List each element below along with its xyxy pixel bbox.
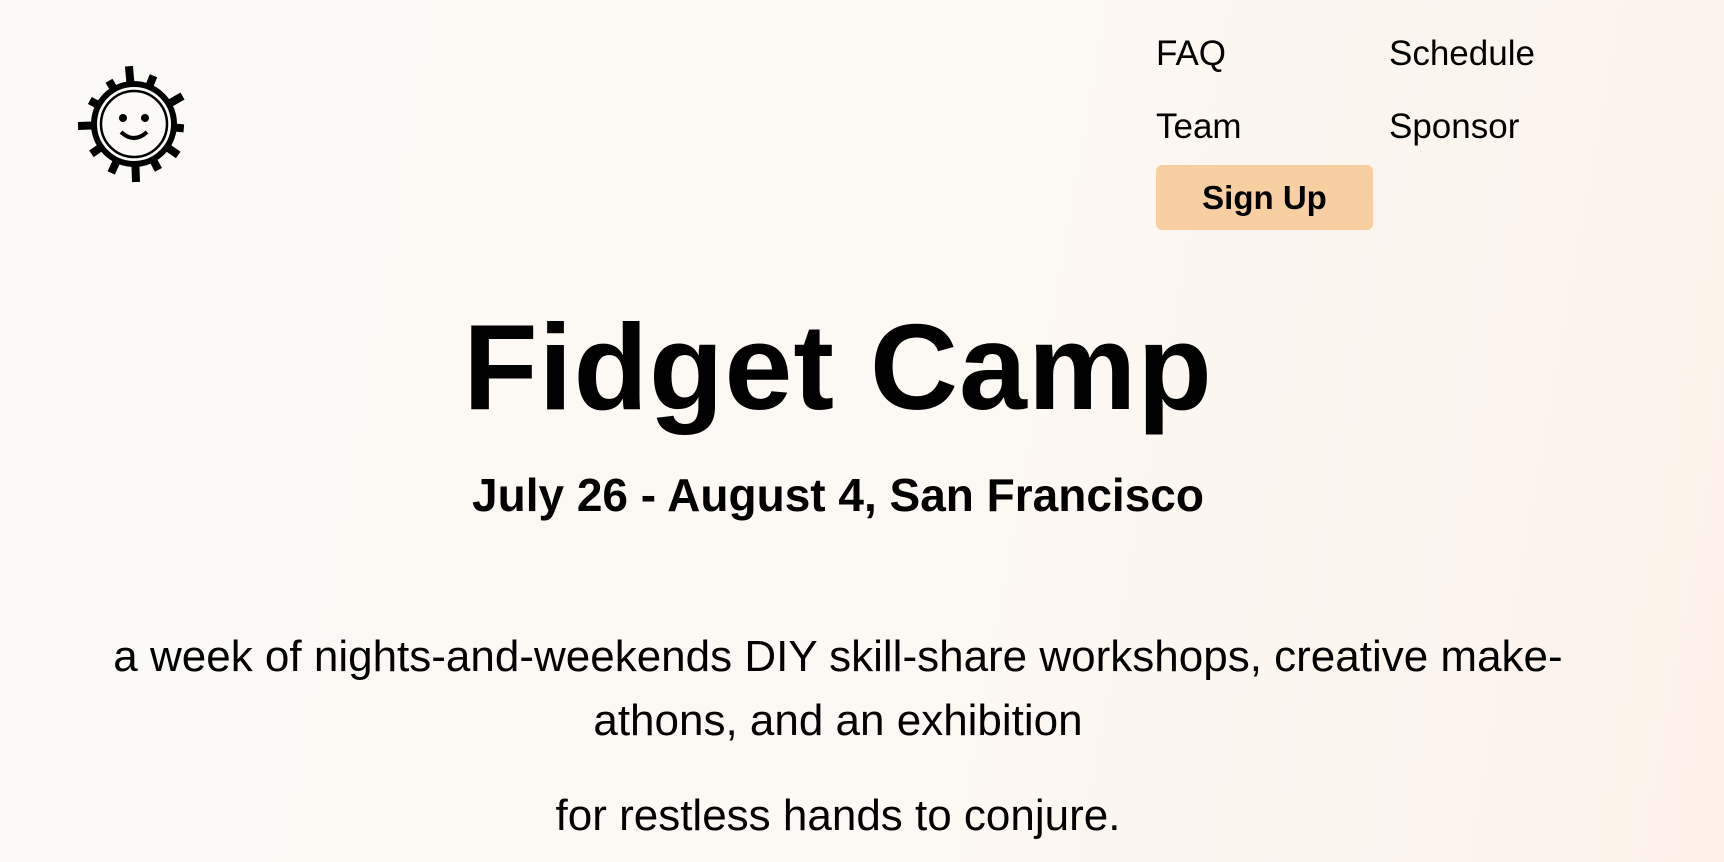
event-description: a week of nights-and-weekends DIY skill-… <box>113 632 1563 745</box>
logo[interactable] <box>76 64 196 184</box>
page-title: Fidget Camp <box>463 299 1213 435</box>
nav-faq-link[interactable]: FAQ <box>1156 36 1226 71</box>
event-tagline: for restless hands to conjure. <box>555 791 1121 840</box>
nav-schedule-link[interactable]: Schedule <box>1389 36 1535 71</box>
nav-sponsor-link[interactable]: Sponsor <box>1389 109 1519 144</box>
sign-up-button-label: Sign Up <box>1202 178 1327 216</box>
nav-team-link[interactable]: Team <box>1156 109 1242 144</box>
sun-smiley-icon <box>77 65 185 183</box>
sign-up-button[interactable]: Sign Up <box>1156 165 1373 230</box>
event-dates: July 26 - August 4, San Francisco <box>472 469 1204 521</box>
